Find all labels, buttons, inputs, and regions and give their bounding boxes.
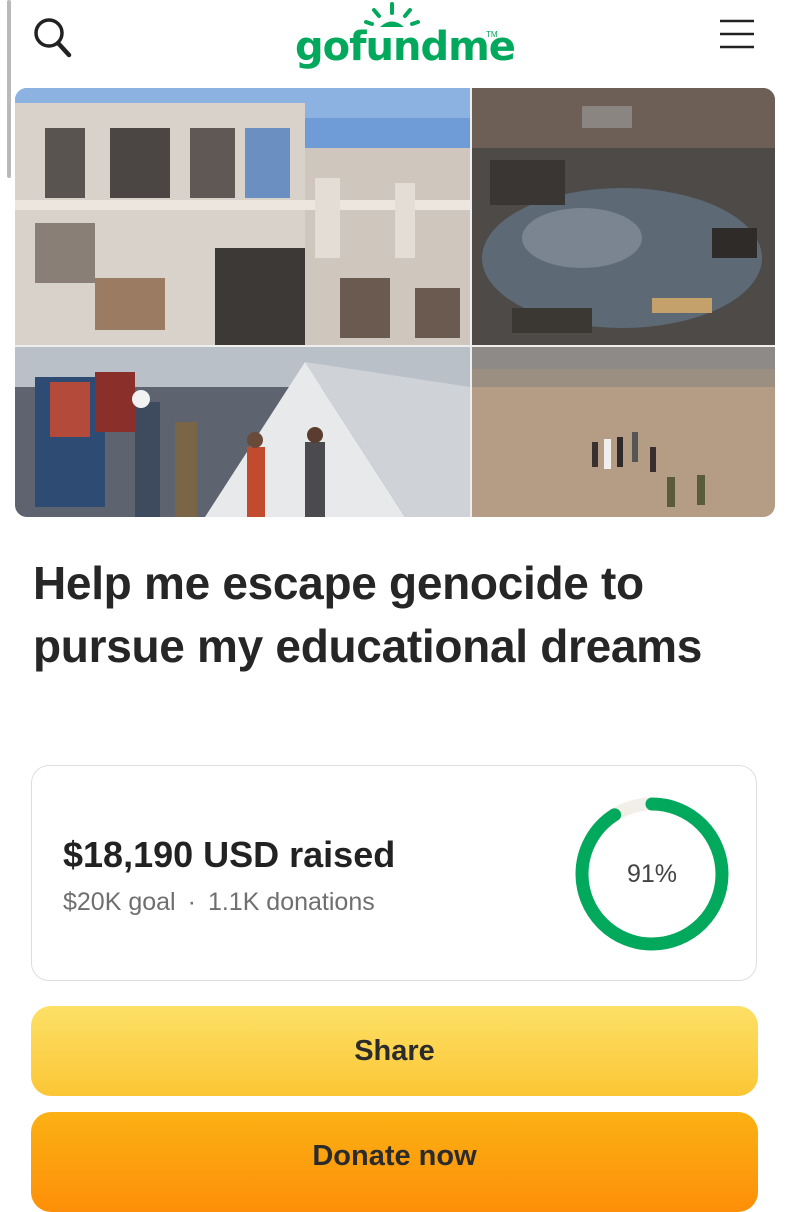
photo-people-on-dirt-road [472, 347, 775, 517]
search-icon [34, 18, 72, 58]
donate-now-button[interactable]: Donate now [31, 1112, 758, 1212]
goal-amount: $20K goal [63, 888, 176, 916]
progress-percent: 91% [626, 859, 678, 888]
photo-destroyed-building [15, 88, 470, 345]
meta-separator: · [187, 888, 196, 916]
campaign-photo-collage[interactable] [15, 88, 775, 517]
campaign-title: Help me escape genocide to pursue my edu… [33, 557, 703, 672]
photo-flooded-rubble [472, 88, 775, 345]
fundraising-progress-card: $18,190 USD raised $20K goal · 1.1K donati… [31, 765, 757, 981]
photo-tent-camp [15, 347, 470, 517]
share-button[interactable]: Share [31, 1006, 758, 1096]
donation-count[interactable]: 1.1K donations [208, 888, 375, 916]
menu-button[interactable] [712, 14, 762, 54]
logo-trademark: TM [486, 30, 498, 39]
top-bar: gofundme TM [0, 0, 790, 88]
hamburger-menu-icon [720, 19, 754, 49]
amount-raised: $18,190 USD raised [63, 834, 396, 875]
goal-and-donations: $20K goal · 1.1K donations [63, 888, 375, 917]
gofundme-logo[interactable]: gofundme TM [292, 2, 516, 74]
logo-wordmark: gofundme [295, 24, 516, 70]
search-button[interactable] [28, 10, 80, 62]
